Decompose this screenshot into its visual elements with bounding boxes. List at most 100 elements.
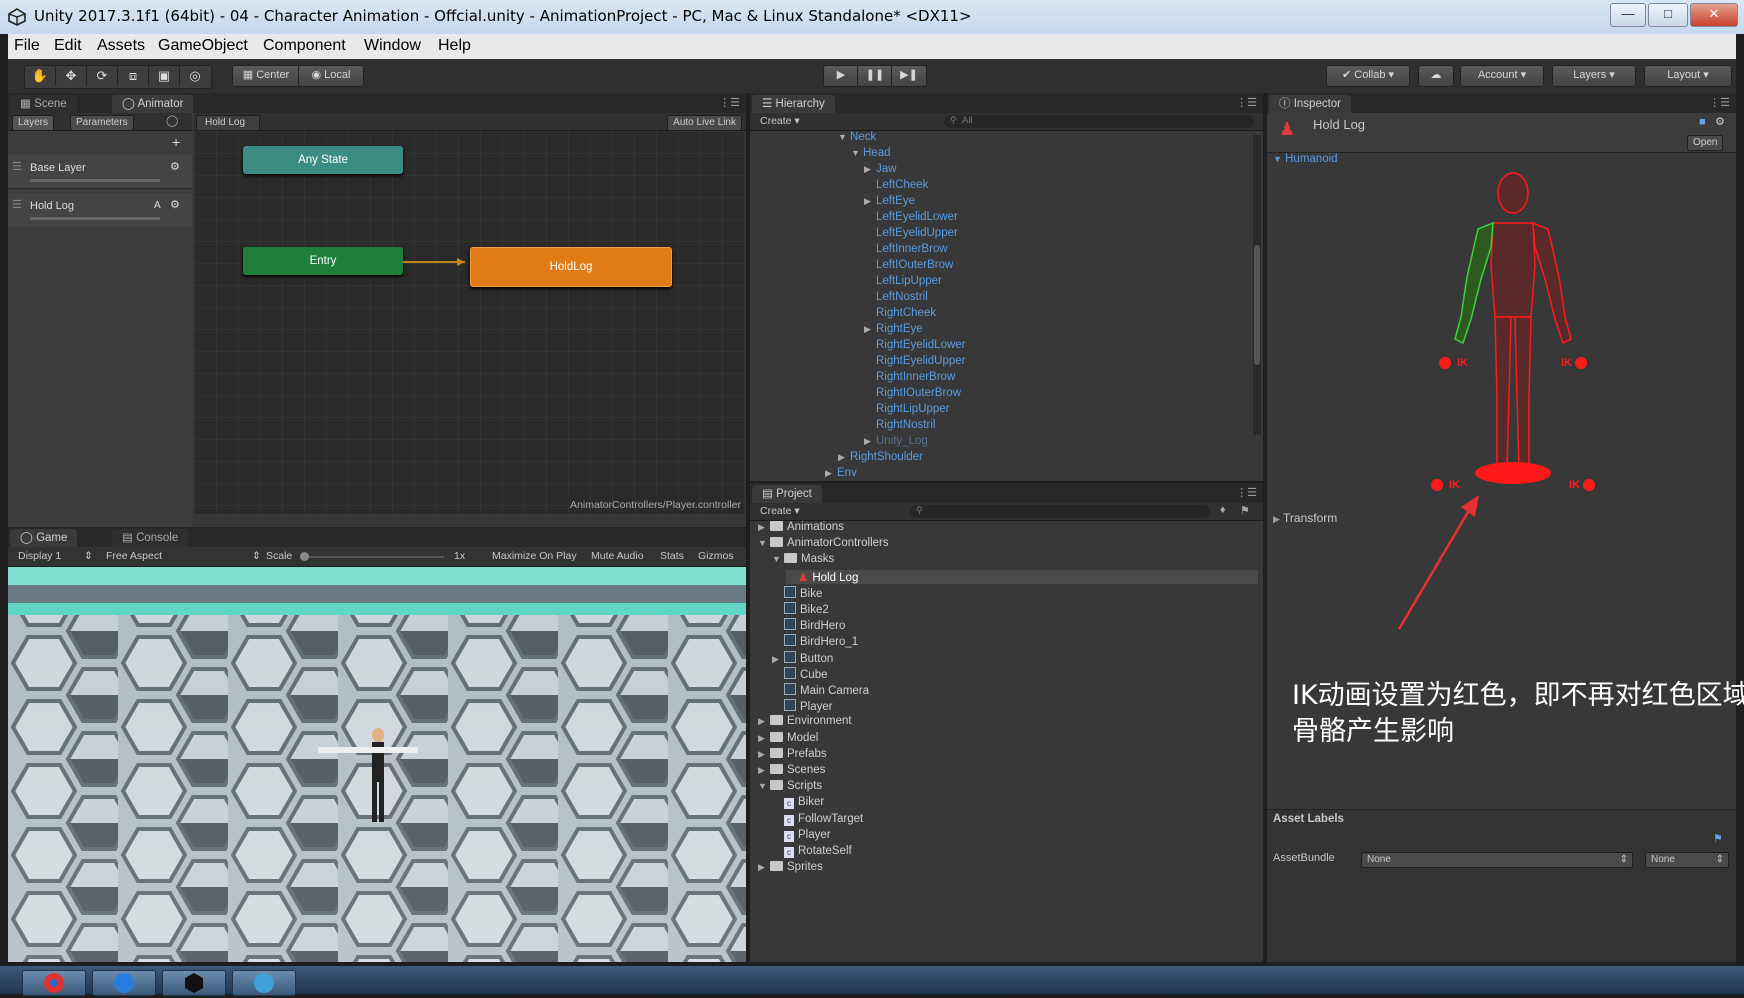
layer-hold-log[interactable]: ☰ Hold Log A ⚙ xyxy=(8,193,192,227)
mask-body[interactable] xyxy=(1490,222,1536,318)
hierarchy-item[interactable]: LeftInnerBrow xyxy=(864,243,948,255)
unity-taskbar-icon[interactable] xyxy=(162,970,226,996)
state-any-state[interactable]: Any State xyxy=(243,146,403,174)
foldout-right-icon[interactable]: ▶ xyxy=(758,522,770,533)
project-item[interactable]: Cube xyxy=(772,666,828,681)
open-button[interactable]: Open xyxy=(1687,135,1724,151)
menu-help[interactable]: Help xyxy=(438,37,471,55)
foldout-right-icon[interactable]: ▶ xyxy=(772,654,784,665)
foldout-right-icon[interactable]: ▶ xyxy=(864,164,876,175)
project-item[interactable]: ▶ Sprites xyxy=(758,861,823,873)
state-entry[interactable]: Entry xyxy=(243,247,403,275)
tab-layers[interactable]: Layers xyxy=(12,115,55,131)
move-tool-icon[interactable]: ✥ xyxy=(56,66,87,86)
hierarchy-item[interactable]: RightEyelidLower xyxy=(864,339,966,351)
rotate-tool-icon[interactable]: ⟳ xyxy=(87,66,118,86)
pause-button[interactable]: ❚❚ xyxy=(857,65,893,87)
foldout-right-icon[interactable]: ▶ xyxy=(864,196,876,207)
maximize-on-play-button[interactable]: Maximize On Play xyxy=(492,550,577,562)
hierarchy-item[interactable]: LeftIOuterBrow xyxy=(864,259,953,271)
hierarchy-item[interactable]: LeftCheek xyxy=(864,179,928,191)
asset-variant-dropdown[interactable]: None ⇕ xyxy=(1645,852,1729,868)
project-item[interactable]: Bike xyxy=(772,585,822,600)
layer-base[interactable]: ☰ Base Layer ⚙ xyxy=(8,155,192,189)
hierarchy-item[interactable]: RightNostril xyxy=(864,419,935,431)
project-item[interactable]: c RotateSelf xyxy=(772,845,852,858)
menu-edit[interactable]: Edit xyxy=(54,37,82,55)
tab-parameters[interactable]: Parameters xyxy=(70,115,134,131)
foldout-right-icon[interactable]: ▶ xyxy=(758,862,770,873)
foldout-down-icon[interactable]: ▼ xyxy=(758,781,770,791)
panel-menu-icon[interactable]: ⋮☰ xyxy=(1236,96,1257,109)
hierarchy-item[interactable]: ▼ Neck xyxy=(838,131,876,143)
slider-thumb[interactable] xyxy=(300,552,309,561)
hierarchy-item[interactable]: LeftNostril xyxy=(864,291,928,303)
mask-right-arm[interactable] xyxy=(1532,221,1572,345)
foldout-right-icon[interactable]: ▶ xyxy=(864,436,876,447)
mask-left-arm[interactable] xyxy=(1454,221,1494,345)
hierarchy-item[interactable]: RightCheek xyxy=(864,307,936,319)
panel-menu-icon[interactable]: ⋮☰ xyxy=(1236,486,1257,499)
animator-graph[interactable]: Any State Entry HoldLog AnimatorControll… xyxy=(194,131,745,514)
mask-root[interactable] xyxy=(1475,462,1551,484)
layout-dropdown[interactable]: Layout ▾ xyxy=(1644,65,1732,87)
menu-window[interactable]: Window xyxy=(364,37,421,55)
pivot-local-button[interactable]: ◉ Local xyxy=(298,65,364,87)
humanoid-foldout[interactable]: ▼ Humanoid xyxy=(1273,153,1338,165)
pivot-center-button[interactable]: ▦ Center xyxy=(232,65,300,87)
hierarchy-item[interactable]: LeftLipUpper xyxy=(864,275,942,287)
project-item[interactable]: ▶ Environment xyxy=(758,715,852,727)
project-item[interactable]: ▶ Model xyxy=(758,731,818,744)
hierarchy-item[interactable]: ▶ LeftEye xyxy=(864,195,915,207)
foldout-down-icon[interactable]: ▼ xyxy=(838,132,850,142)
project-item[interactable]: ▼ AnimatorControllers xyxy=(758,537,889,549)
cloud-button[interactable]: ☁ xyxy=(1418,65,1454,87)
transform-foldout[interactable]: ▶ Transform xyxy=(1273,511,1337,525)
filter-type-icon[interactable]: ♦ xyxy=(1220,504,1226,516)
hierarchy-item[interactable]: ▶ Unity_Log xyxy=(864,435,928,447)
ik-left-foot-dot[interactable] xyxy=(1431,479,1443,491)
project-item[interactable]: ▼ Scripts xyxy=(758,780,822,792)
breadcrumb[interactable]: Hold Log xyxy=(196,115,261,131)
scale-slider[interactable] xyxy=(300,552,444,561)
sogou-taskbar-icon[interactable] xyxy=(92,970,156,996)
create-dropdown[interactable]: Create ▾ xyxy=(760,115,800,127)
hierarchy-item[interactable]: ▶ Env xyxy=(825,467,857,479)
project-item[interactable]: c Player xyxy=(772,829,831,842)
hierarchy-item[interactable]: ▼ Head xyxy=(851,147,891,159)
tab-project[interactable]: ▤ Project xyxy=(752,485,822,503)
project-item[interactable]: BirdHero_1 xyxy=(772,634,858,648)
aspect-dropdown[interactable]: Free Aspect xyxy=(106,550,162,562)
minimize-button[interactable]: — xyxy=(1610,3,1646,27)
mute-audio-button[interactable]: Mute Audio xyxy=(591,550,644,562)
panel-menu-icon[interactable]: ⋮☰ xyxy=(719,96,740,109)
filter-label-icon[interactable]: ⚑ xyxy=(1240,504,1250,517)
foldout-down-icon[interactable]: ▼ xyxy=(758,538,770,548)
project-item[interactable]: ▼ Masks xyxy=(772,553,834,565)
hierarchy-item[interactable]: ▶ RightShoulder xyxy=(838,451,923,463)
hierarchy-item[interactable]: RightEyelidUpper xyxy=(864,355,966,367)
project-item[interactable]: Bike2 xyxy=(772,602,829,616)
menu-component[interactable]: Component xyxy=(263,37,346,55)
foldout-right-icon[interactable]: ▶ xyxy=(758,765,770,776)
tab-game[interactable]: ◯ Game xyxy=(10,529,78,547)
mask-right-leg[interactable] xyxy=(1514,316,1532,468)
layers-dropdown[interactable]: Layers ▾ xyxy=(1552,65,1636,87)
stats-button[interactable]: Stats xyxy=(660,550,684,562)
tab-animator[interactable]: ◯ Animator xyxy=(112,95,194,113)
rect-tool-icon[interactable]: ▣ xyxy=(149,66,180,86)
auto-live-link-button[interactable]: Auto Live Link xyxy=(667,115,742,131)
hand-tool-icon[interactable]: ✋ xyxy=(25,66,56,86)
foldout-down-icon[interactable]: ▼ xyxy=(772,554,784,564)
panel-menu-icon[interactable]: ⋮☰ xyxy=(1709,96,1730,109)
game-viewport[interactable] xyxy=(8,567,746,962)
project-item[interactable]: ▶ Animations xyxy=(758,521,844,533)
foldout-right-icon[interactable]: ▶ xyxy=(838,452,850,463)
create-dropdown[interactable]: Create ▾ xyxy=(760,505,800,517)
chrome-taskbar-icon[interactable] xyxy=(22,970,86,996)
foldout-right-icon[interactable]: ▶ xyxy=(864,324,876,335)
asset-bundle-dropdown[interactable]: None ⇕ xyxy=(1361,852,1633,868)
project-item[interactable]: ♟ Hold Log xyxy=(786,569,1258,584)
help-icon[interactable]: ■ xyxy=(1699,116,1706,128)
foldout-down-icon[interactable]: ▼ xyxy=(851,148,863,158)
